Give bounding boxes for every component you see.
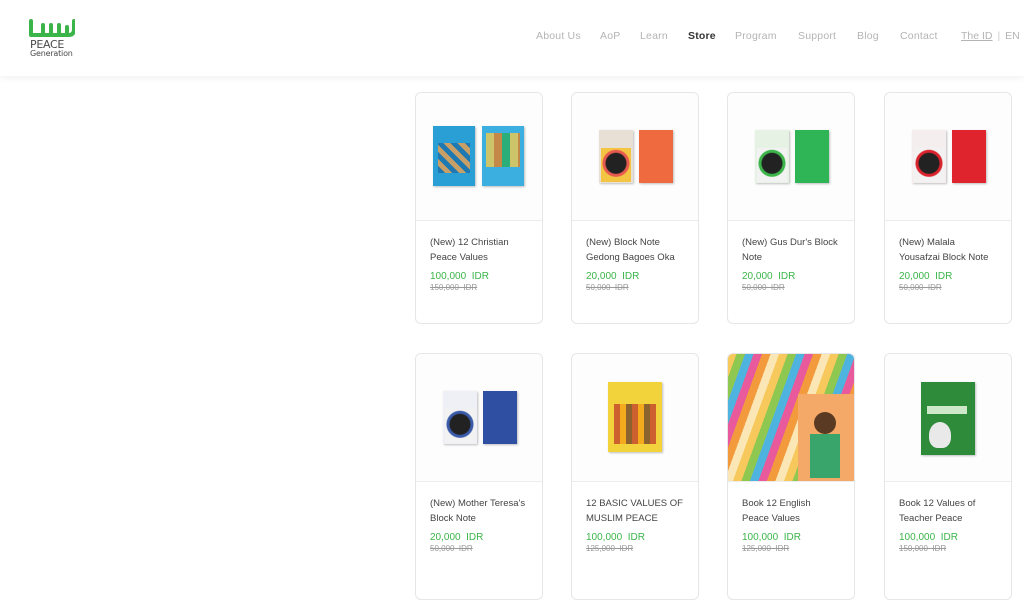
product-image[interactable] <box>885 93 1011 221</box>
product-price: 100,000 IDR <box>899 532 958 543</box>
product-image[interactable] <box>416 93 542 221</box>
product-card[interactable]: (New) Mother Teresa's Block Note 20,000 … <box>415 353 543 600</box>
product-price: 20,000 IDR <box>430 532 484 543</box>
product-title[interactable]: (New) Malala Yousafzai Block Note <box>899 235 997 265</box>
product-price: 20,000 IDR <box>586 271 640 282</box>
nav-contact[interactable]: Contact <box>900 30 938 42</box>
product-card[interactable]: Book 12 Values of Teacher Peace 100,000 … <box>884 353 1012 600</box>
product-old-price: 50,000 IDR <box>742 283 785 292</box>
arabic-salam-logo-icon <box>29 19 75 37</box>
product-title[interactable]: (New) Gus Dur's Block Note <box>742 235 840 265</box>
product-title[interactable]: Book 12 Values of Teacher Peace <box>899 496 997 526</box>
product-price: 20,000 IDR <box>742 271 796 282</box>
product-title[interactable]: (New) Mother Teresa's Block Note <box>430 496 528 526</box>
product-old-price: 50,000 IDR <box>586 283 629 292</box>
product-image[interactable] <box>728 354 854 482</box>
language-switcher: The ID | EN <box>961 30 1020 42</box>
product-price: 100,000 IDR <box>742 532 801 543</box>
product-price: 20,000 IDR <box>899 271 953 282</box>
nav-aop[interactable]: AoP <box>600 30 620 42</box>
product-old-price: 150,000 IDR <box>430 283 478 292</box>
product-image[interactable] <box>416 354 542 482</box>
product-card[interactable]: (New) 12 Christian Peace Values 100,000 … <box>415 92 543 324</box>
product-price: 100,000 IDR <box>430 271 489 282</box>
product-card[interactable]: (New) Gus Dur's Block Note 20,000 IDR 50… <box>727 92 855 324</box>
lang-en[interactable]: EN <box>1005 30 1020 42</box>
product-image[interactable] <box>885 354 1011 482</box>
nav-about-us[interactable]: About Us <box>536 30 581 42</box>
product-old-price: 125,000 IDR <box>586 544 634 553</box>
lang-separator: | <box>997 30 1001 42</box>
nav-support[interactable]: Support <box>798 30 836 42</box>
product-old-price: 125,000 IDR <box>742 544 790 553</box>
product-price: 100,000 IDR <box>586 532 645 543</box>
product-old-price: 50,000 IDR <box>899 283 942 292</box>
product-image[interactable] <box>728 93 854 221</box>
nav-store[interactable]: Store <box>688 30 716 42</box>
product-title[interactable]: (New) Block Note Gedong Bagoes Oka <box>586 235 684 265</box>
product-card[interactable]: Book 12 English Peace Values 100,000 IDR… <box>727 353 855 600</box>
product-old-price: 150,000 IDR <box>899 544 947 553</box>
product-title[interactable]: 12 BASIC VALUES OF MUSLIM PEACE <box>586 496 684 526</box>
product-old-price: 50,000 IDR <box>430 544 473 553</box>
product-title[interactable]: (New) 12 Christian Peace Values <box>430 235 528 265</box>
peacegen-logo[interactable]: PEACE Generation <box>29 13 79 61</box>
product-card[interactable]: (New) Malala Yousafzai Block Note 20,000… <box>884 92 1012 324</box>
product-card[interactable]: 12 BASIC VALUES OF MUSLIM PEACE 100,000 … <box>571 353 699 600</box>
product-image[interactable] <box>572 354 698 482</box>
nav-blog[interactable]: Blog <box>857 30 879 42</box>
logo-text-generation: Generation <box>30 49 73 58</box>
nav-program[interactable]: Program <box>735 30 777 42</box>
lang-id[interactable]: The ID <box>961 30 993 42</box>
site-header: PEACE Generation About Us AoP Learn Stor… <box>0 0 1024 76</box>
product-card[interactable]: (New) Block Note Gedong Bagoes Oka 20,00… <box>571 92 699 324</box>
product-title[interactable]: Book 12 English Peace Values <box>742 496 840 526</box>
product-image[interactable] <box>572 93 698 221</box>
nav-learn[interactable]: Learn <box>640 30 668 42</box>
